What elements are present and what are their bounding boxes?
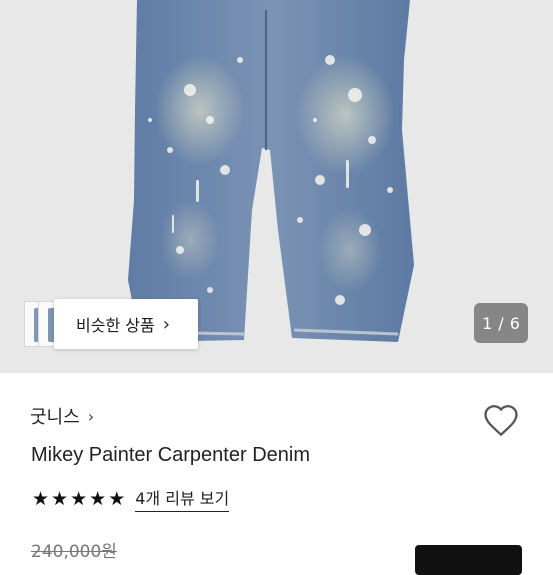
favorite-button[interactable]	[482, 403, 520, 441]
counter-total: 6	[509, 313, 520, 333]
rating-stars: ★ ★ ★ ★ ★	[32, 488, 125, 510]
product-info: 굿니스 › Mikey Painter Carpenter Denim ★ ★ …	[0, 373, 553, 575]
buy-button[interactable]	[415, 545, 522, 575]
shop-name: 굿니스	[30, 407, 80, 428]
shop-link[interactable]: 굿니스 ›	[30, 403, 94, 429]
chevron-right-icon: ›	[162, 313, 170, 335]
counter-separator: /	[498, 313, 504, 333]
rating-row: ★ ★ ★ ★ ★ 4개 리뷰 보기	[32, 485, 230, 512]
star-filled-icon: ★	[89, 487, 107, 510]
image-counter: 1 / 6	[474, 303, 528, 343]
star-filled-icon: ★	[70, 487, 88, 510]
heart-outline-icon	[484, 405, 518, 437]
star-filled-icon: ★	[32, 487, 50, 510]
similar-products-pill[interactable]: 비슷한 상품 ›	[54, 299, 198, 349]
star-filled-icon: ★	[51, 487, 69, 510]
star-filled-icon: ★	[108, 487, 126, 510]
product-title: Mikey Painter Carpenter Denim	[31, 444, 310, 466]
chevron-right-icon: ›	[87, 406, 95, 426]
reviews-link[interactable]: 4개 리뷰 보기	[135, 485, 230, 512]
product-image-gallery[interactable]: 비슷한 상품 › 1 / 6	[0, 0, 553, 373]
original-price: 240,000원	[31, 542, 117, 562]
counter-current: 1	[482, 313, 493, 333]
similar-products-label: 비슷한 상품	[76, 316, 155, 335]
